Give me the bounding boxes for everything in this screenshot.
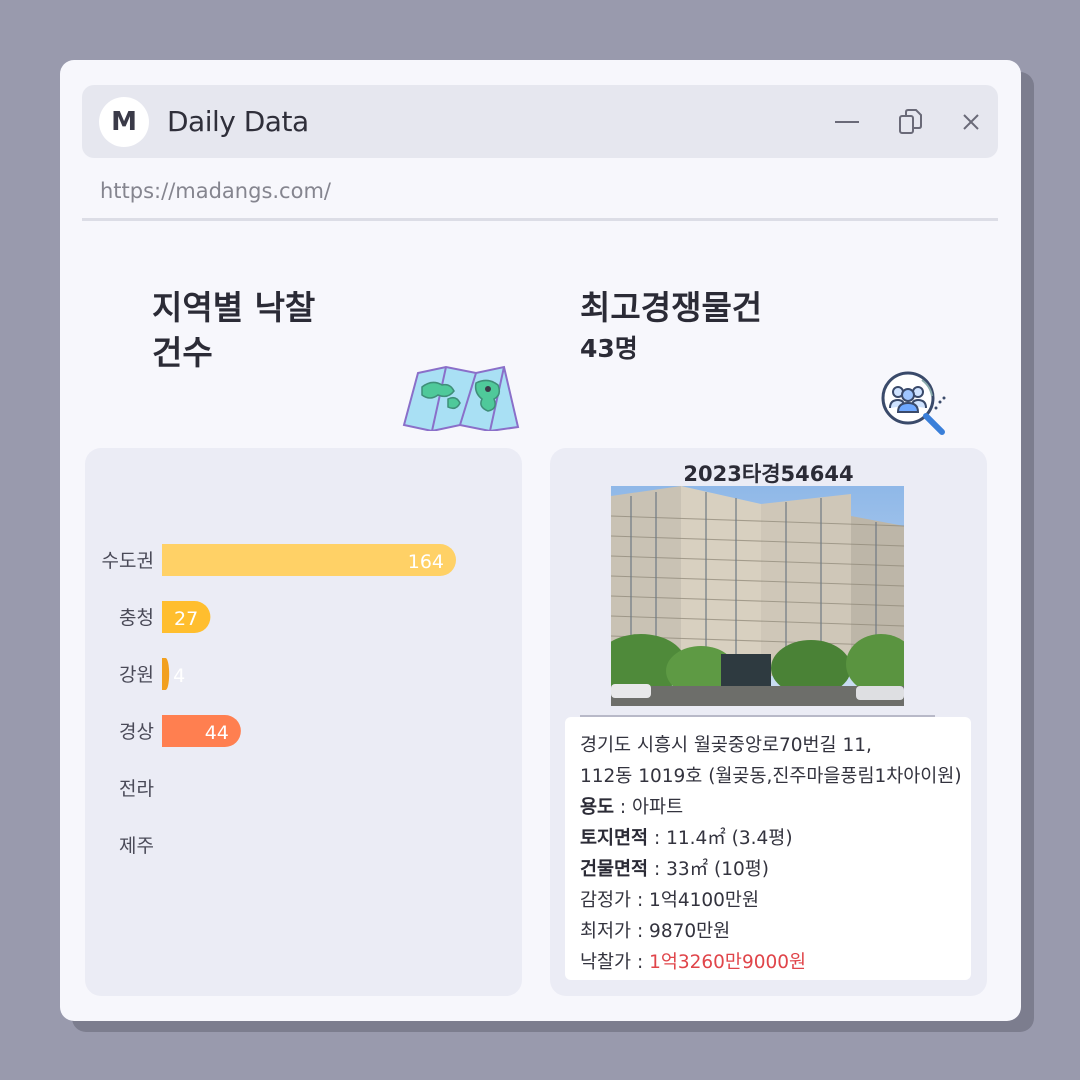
address-line2: 112동 1019호 (월곶동,진주마을풍림1차아이원) [580,766,962,787]
land-area-row: 토지면적 : 11.4㎡ (3.4평) [580,824,793,854]
bar[interactable] [162,715,241,747]
bar-value-label: 4 [173,665,185,687]
minimum-price: 최저가 : 9870만원 [580,921,731,942]
bar-value-label: 27 [174,608,198,630]
close-button[interactable] [956,107,986,137]
url-divider [82,218,998,221]
minimize-icon [835,121,859,123]
app-logo: M [99,97,149,147]
usage-row: 용도 : 아파트 [580,793,683,823]
app-title: Daily Data [167,105,309,138]
land-area-label: 토지면적 [580,828,649,849]
competition-count: 43명 [580,334,638,363]
bar-category-label: 강원 [119,664,154,686]
winning-bid-row: 낙찰가 : 1억3260만9000원 [580,948,806,978]
bar-category-label: 경상 [119,721,154,743]
bar-category-label: 제주 [119,835,154,857]
bar-value-label: 44 [205,722,229,744]
minimize-button[interactable] [832,107,862,137]
bar-category-label: 충청 [119,607,154,629]
url-text[interactable]: https://madangs.com/ [100,176,331,206]
map-icon [402,365,520,431]
app-window: M Daily Data https://madangs.com/ 지역별 낙찰… [60,60,1021,1021]
title-bar: M Daily Data [82,85,998,158]
bar[interactable] [162,658,170,690]
usage-value: : 아파트 [614,797,684,818]
property-panel: 2023타경54644 경기도 시흥시 월곶중앙로70번길 11, 112동 1… [550,448,987,996]
restore-button[interactable] [896,107,926,137]
winning-bid-label: 낙찰가 : [580,952,650,973]
property-photo [611,486,904,706]
close-icon [963,114,979,130]
region-heading-line2: 건수 [152,333,213,372]
region-heading-line1: 지역별 낙찰 [152,288,316,327]
region-bar-chart: 수도권 164 충청 27 강원 4 경상 44 전라제주 [102,544,456,857]
bar-category-label: 전라 [119,778,154,800]
appraisal-price: 감정가 : 1억4100만원 [580,890,759,911]
copy-window-icon [899,109,922,134]
bar-category-label: 수도권 [102,550,154,572]
land-area-value: : 11.4㎡ (3.4평) [648,828,793,849]
address-line1: 경기도 시흥시 월곶중앙로70번길 11, [580,735,872,756]
usage-label: 용도 [580,797,615,818]
people-search-icon [881,371,946,435]
region-chart-panel: 수도권 164 충청 27 강원 4 경상 44 전라제주 [85,448,522,996]
building-area-row: 건물면적 : 33㎡ (10평) [580,855,769,885]
bar-value-label: 164 [408,551,444,573]
winning-bid-value: 1억3260만9000원 [649,952,807,973]
building-area-value: : 33㎡ (10평) [648,859,770,880]
property-info-box: 경기도 시흥시 월곶중앙로70번길 11, 112동 1019호 (월곶동,진주… [565,717,971,980]
case-number[interactable]: 2023타경54644 [550,458,987,488]
competition-heading: 최고경쟁물건 [580,288,763,327]
building-area-label: 건물면적 [580,859,649,880]
